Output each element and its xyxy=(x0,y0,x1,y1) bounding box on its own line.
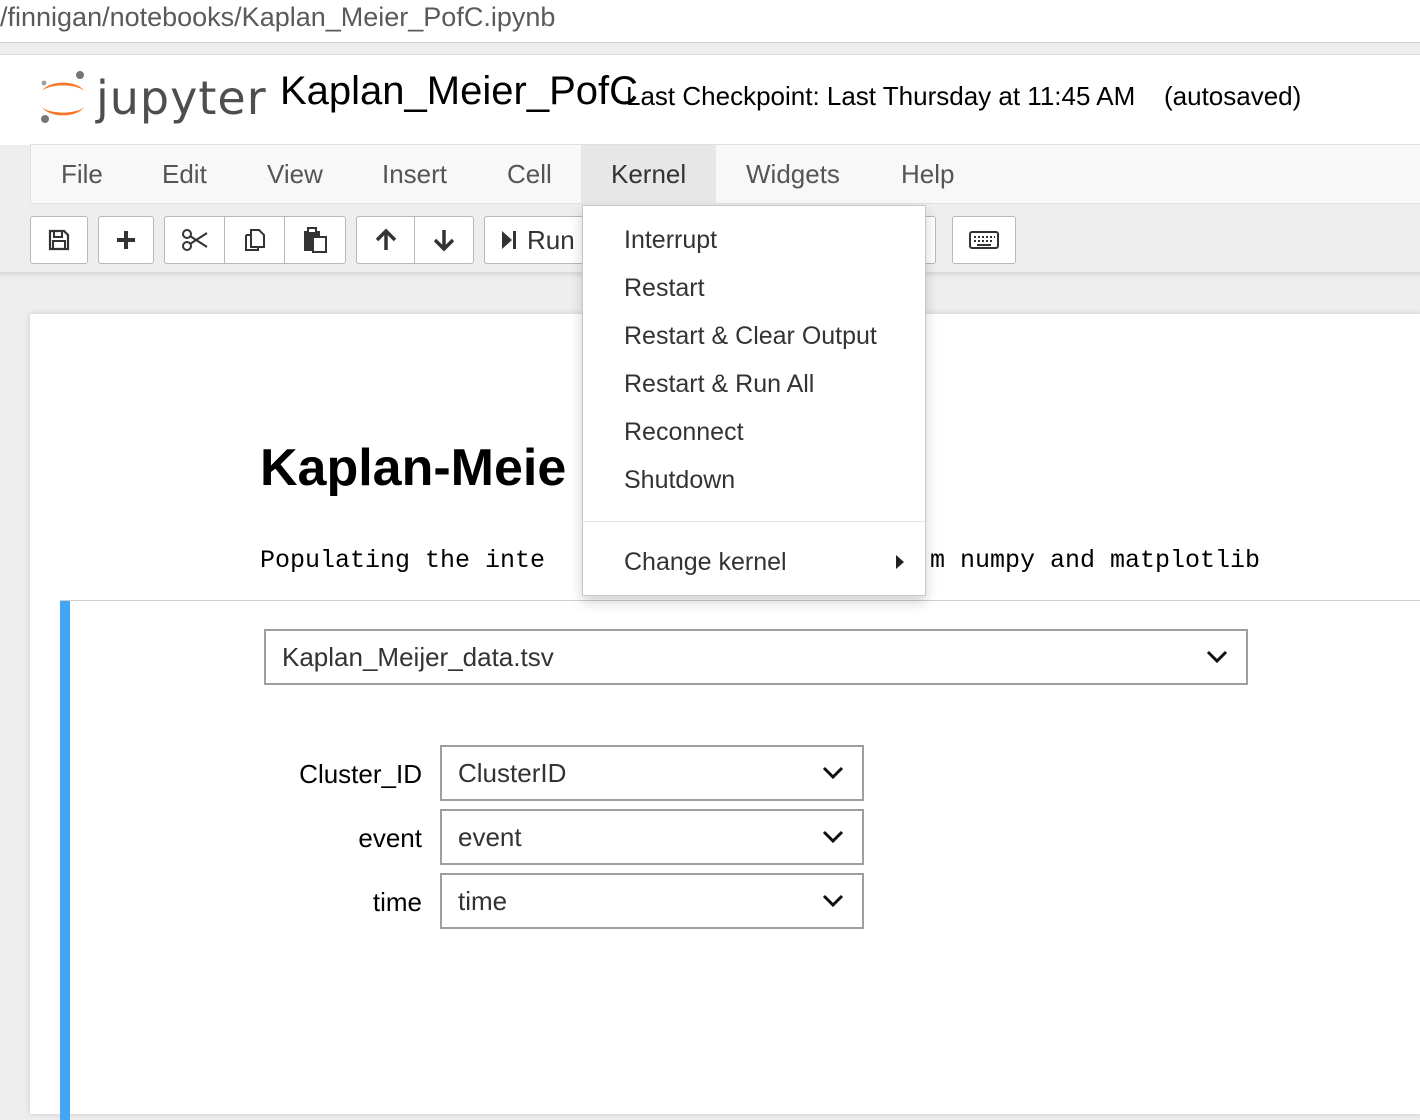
cluster-id-value: ClusterID xyxy=(458,757,567,788)
kernel-menu-shutdown[interactable]: Shutdown xyxy=(583,456,925,504)
chevron-down-icon xyxy=(1206,650,1228,664)
move-down-button[interactable] xyxy=(415,217,473,263)
keyboard-icon xyxy=(969,231,999,249)
notebook-title[interactable]: Kaplan_Meier_PofC xyxy=(280,69,638,114)
menu-file[interactable]: File xyxy=(31,145,133,205)
toolbar-group-keyboard xyxy=(952,216,1016,264)
arrow-up-icon xyxy=(375,228,396,250)
cluster-id-select[interactable]: ClusterID xyxy=(440,745,864,801)
chevron-down-icon xyxy=(822,830,844,844)
kernel-menu-change-kernel[interactable]: Change kernel xyxy=(583,538,925,586)
copy-icon xyxy=(244,229,265,251)
markdown-heading: Kaplan-Meie xyxy=(260,439,567,497)
kernel-menu-restart-clear-output[interactable]: Restart & Clear Output xyxy=(583,312,925,360)
run-label: Run xyxy=(527,224,575,255)
menu-view[interactable]: View xyxy=(237,145,353,205)
menu-help[interactable]: Help xyxy=(871,145,984,205)
field-label-event: event xyxy=(358,823,422,853)
cut-button[interactable] xyxy=(165,217,225,263)
toolbar-group-insert xyxy=(98,216,154,264)
menu-bar: File Edit View Insert Cell Kernel Widget… xyxy=(30,144,1420,205)
menu-insert[interactable]: Insert xyxy=(352,145,477,205)
autosave-status: (autosaved) xyxy=(1164,81,1302,111)
time-select[interactable]: time xyxy=(440,873,864,929)
event-select[interactable]: event xyxy=(440,809,864,865)
insert-cell-button[interactable] xyxy=(99,217,153,263)
caret-right-icon xyxy=(896,555,904,569)
plus-icon xyxy=(117,231,135,249)
checkpoint-status: Last Checkpoint: Last Thursday at 11:45 … xyxy=(626,81,1136,111)
event-value: event xyxy=(458,821,522,852)
move-up-button[interactable] xyxy=(357,217,415,263)
kernel-menu-interrupt[interactable]: Interrupt xyxy=(583,216,925,264)
url-bar[interactable]: /finnigan/notebooks/Kaplan_Meier_PofC.ip… xyxy=(0,0,1420,43)
chevron-down-icon xyxy=(822,766,844,780)
output-text-left: Populating the inte xyxy=(260,546,546,575)
notebook-header: jupyter Kaplan_Meier_PofC Last Checkpoin… xyxy=(0,54,1420,145)
menu-divider xyxy=(583,521,925,522)
kernel-menu-reconnect[interactable]: Reconnect xyxy=(583,408,925,456)
file-select-dropdown[interactable]: Kaplan_Meijer_data.tsv xyxy=(264,629,1248,685)
field-label-time: time xyxy=(372,887,422,917)
save-button[interactable] xyxy=(31,217,87,263)
time-value: time xyxy=(458,885,508,916)
command-palette-button[interactable] xyxy=(953,217,1015,263)
menu-kernel[interactable]: Kernel xyxy=(581,145,717,205)
kernel-menu-dropdown: Interrupt Restart Restart & Clear Output… xyxy=(582,205,926,596)
cell-selection-bar xyxy=(60,601,70,1120)
file-select-value: Kaplan_Meijer_data.tsv xyxy=(282,641,554,672)
chevron-down-icon xyxy=(822,894,844,908)
jupyter-logo[interactable]: jupyter xyxy=(36,67,266,127)
toolbar-group-save xyxy=(30,216,88,264)
menu-widgets[interactable]: Widgets xyxy=(716,145,870,205)
toolbar-group-move xyxy=(356,216,474,264)
menu-cell[interactable]: Cell xyxy=(477,145,582,205)
scissors-icon xyxy=(181,229,208,251)
menu-edit[interactable]: Edit xyxy=(132,145,237,205)
toolbar-group-clipboard xyxy=(164,216,346,264)
url-text: /finnigan/notebooks/Kaplan_Meier_PofC.ip… xyxy=(0,2,556,32)
field-label-cluster-id: Cluster_ID xyxy=(299,759,422,789)
copy-button[interactable] xyxy=(225,217,285,263)
arrow-down-icon xyxy=(433,230,455,252)
save-icon xyxy=(48,229,70,251)
paste-icon xyxy=(304,227,327,253)
change-kernel-label: Change kernel xyxy=(624,548,787,576)
jupyter-logo-icon xyxy=(41,71,84,123)
kernel-menu-restart-run-all[interactable]: Restart & Run All xyxy=(583,360,925,408)
kernel-menu-restart[interactable]: Restart xyxy=(583,264,925,312)
paste-button[interactable] xyxy=(285,217,345,263)
step-forward-icon xyxy=(502,231,516,249)
output-text-right: m numpy and matplotlib xyxy=(930,546,1261,575)
jupyter-wordmark: jupyter xyxy=(96,71,267,125)
selected-code-cell[interactable]: Kaplan_Meijer_data.tsv Cluster_ID Cluste… xyxy=(60,600,1420,1120)
